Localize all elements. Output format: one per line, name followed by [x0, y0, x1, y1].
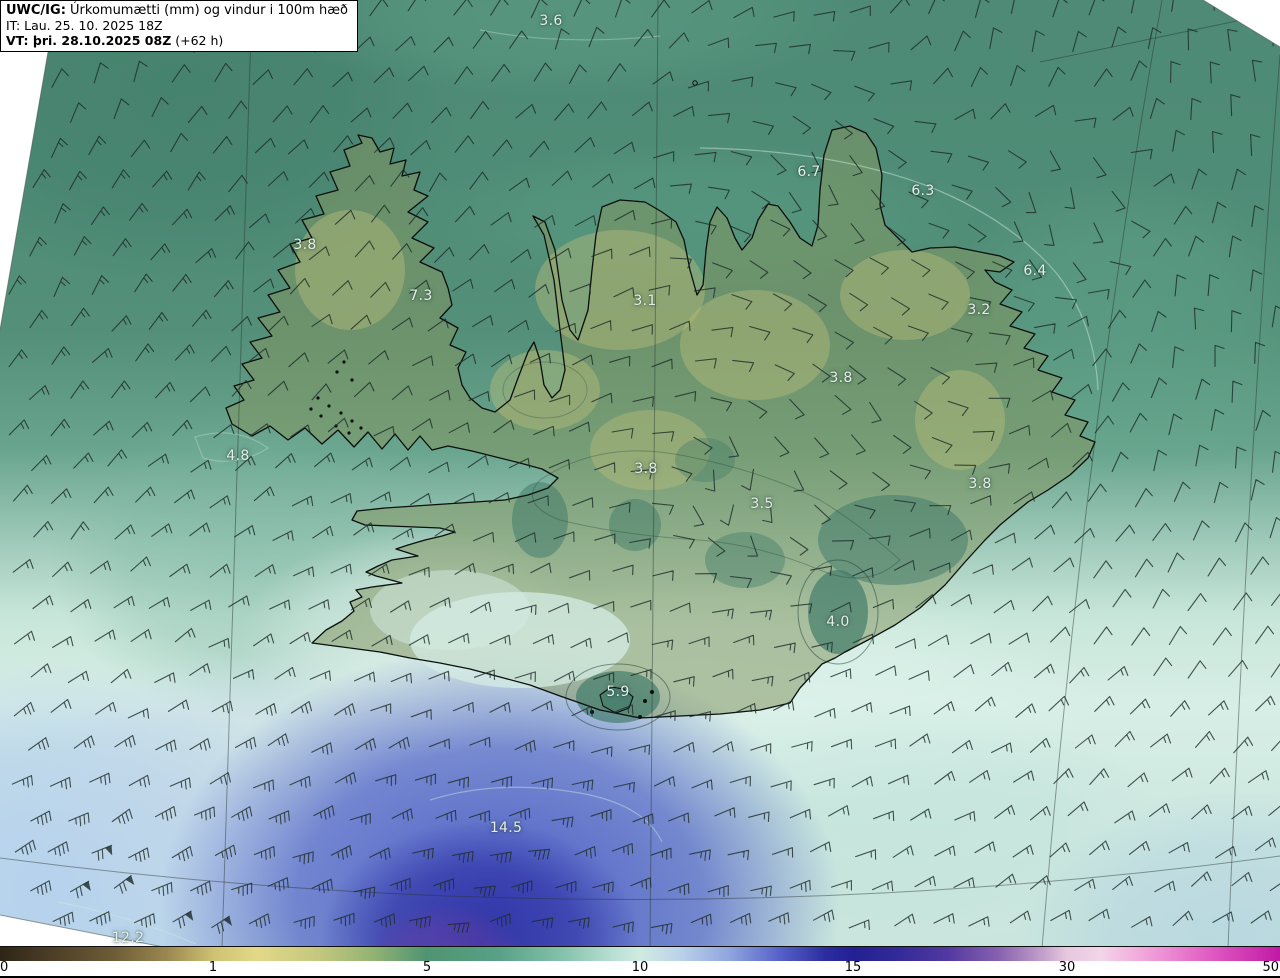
colorbar-tick-label: 50 — [1262, 961, 1279, 975]
weather-map-canvas — [0, 0, 1280, 978]
colorbar-tick-label: 10 — [632, 961, 649, 975]
colorbar-tick-label: 0 — [0, 961, 8, 975]
colorbar-tick-label: 5 — [423, 961, 431, 975]
weather-map-page: 3.66.76.33.87.33.16.43.23.84.83.83.53.84… — [0, 0, 1280, 978]
map-title: UWC/IG: Úrkomumætti (mm) og vindur i 100… — [6, 3, 348, 18]
valid-time-line: VT: þri. 28.10.2025 08Z (+62 h) — [6, 33, 348, 48]
title-text: Úrkomumætti (mm) og vindur i 100m hæð — [66, 3, 348, 18]
lead-time: (+62 h) — [171, 33, 223, 48]
colorbar-gradient — [0, 946, 1280, 961]
valid-time: VT: þri. 28.10.2025 08Z — [6, 33, 171, 48]
colorbar-tick-label: 15 — [845, 961, 862, 975]
precipitation-colorbar: 01510153050 — [0, 946, 1280, 978]
product-code: UWC/IG: — [6, 3, 66, 18]
colorbar-tick-label: 30 — [1059, 961, 1076, 975]
colorbar-tick-label: 1 — [209, 961, 217, 975]
map-header: UWC/IG: Úrkomumætti (mm) og vindur i 100… — [0, 0, 358, 52]
colorbar-tick-labels: 01510153050 — [0, 961, 1280, 978]
init-time-line: IT: Lau. 25. 10. 2025 18Z — [6, 18, 348, 33]
